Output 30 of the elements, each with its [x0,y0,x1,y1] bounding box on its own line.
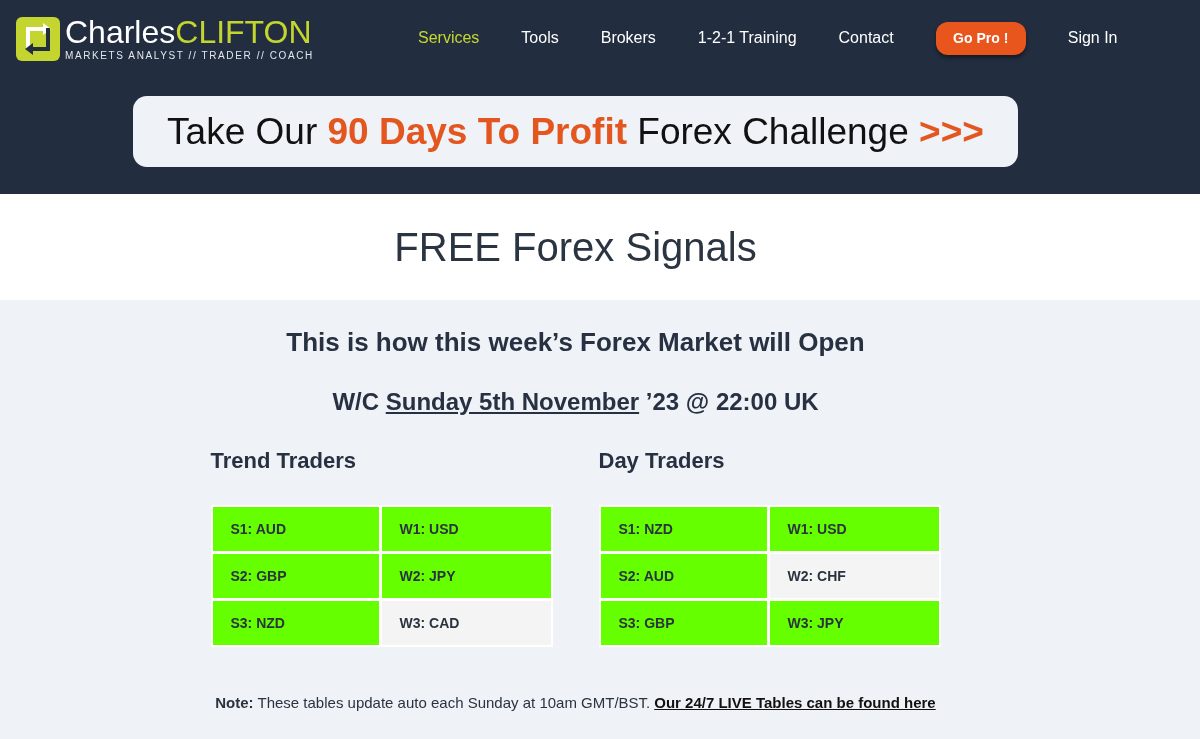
signal-cell: W1: USD [769,507,939,551]
table-title: Day Traders [598,447,726,475]
signal-cell: S3: GBP [600,601,767,645]
live-tables-link[interactable]: Our 24/7 LIVE Tables can be found here [654,693,936,713]
signal-cell: S1: NZD [600,507,767,551]
signal-cell: S3: NZD [212,601,379,645]
nav-link[interactable]: Contact [838,26,894,50]
week-open-date: W/C Sunday 5th November ’23 @ 22:00 UK [332,387,819,417]
signal-cell: W2: JPY [381,554,551,598]
signal-cell: W3: CAD [381,601,551,645]
logo-icon[interactable] [16,17,60,61]
sign-in-link[interactable]: Sign In [1067,26,1118,50]
logo-wordmark[interactable]: CharlesCLIFTON [65,16,314,48]
signal-cell: W1: USD [381,507,551,551]
nav-link[interactable]: Tools [521,26,559,50]
signal-cell: S2: GBP [212,554,379,598]
go-pro-button[interactable]: Go Pro ! [935,21,1026,55]
logo-tagline: MARKETS ANALYST // TRADER // COACH [65,50,314,62]
nav-link[interactable]: 1-2-1 Training [697,26,797,50]
signal-cell: W2: CHF [769,554,939,598]
table-title: Trend Traders [210,447,357,475]
signal-cell: S2: AUD [600,554,767,598]
nav-link[interactable]: Brokers [600,26,656,50]
section-heading: This is how this week’s Forex Market will Open [286,326,865,358]
page-title: FREE Forex Signals [394,224,757,271]
note-text: Note: These tables update auto each Sunday at 10am GMT/BST. [215,693,651,713]
signal-cell: S1: AUD [212,507,379,551]
nav-link[interactable]: Services [418,26,480,50]
signal-cell: W3: JPY [769,601,939,645]
challenge-banner[interactable]: Take Our 90 Days To Profit Forex Challenge >>> [133,96,1018,167]
